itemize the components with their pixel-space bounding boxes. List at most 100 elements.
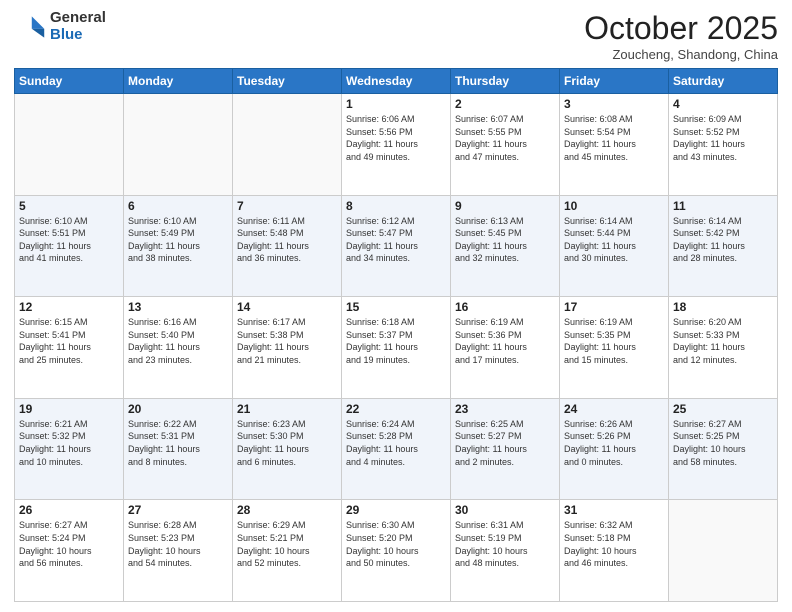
day-number: 31 [564,503,664,517]
day-number: 30 [455,503,555,517]
calendar-cell: 23 Sunrise: 6:25 AM Sunset: 5:27 PM Dayli… [451,398,560,500]
day-info: Sunrise: 6:11 AM Sunset: 5:48 PM Dayligh… [237,215,337,265]
calendar-cell: 7Sunrise: 6:11 AM Sunset: 5:48 PM Daylig… [233,195,342,297]
calendar-cell: 20 Sunrise: 6:22 AM Sunset: 5:31 PM Dayli… [124,398,233,500]
calendar-cell: 26 Sunrise: 6:27 AM Sunset: 5:24 PM Dayli… [15,500,124,602]
day-info: Sunrise: 6:07 AM Sunset: 5:55 PM Dayligh… [455,113,555,163]
day-info: Sunrise: 6:14 AM Sunset: 5:44 PM Dayligh… [564,215,664,265]
day-number: 17 [564,300,664,314]
weekday-header: Wednesday [342,69,451,94]
day-number: 24 [564,402,664,416]
weekday-header: Saturday [669,69,778,94]
calendar-cell [233,94,342,196]
day-info: Sunrise: 6:22 AM Sunset: 5:31 PM Dayligh… [128,418,228,468]
day-info: Sunrise: 6:13 AM Sunset: 5:45 PM Dayligh… [455,215,555,265]
day-info: Sunrise: 6:10 AM Sunset: 5:51 PM Dayligh… [19,215,119,265]
week-row: 5Sunrise: 6:10 AM Sunset: 5:51 PM Daylig… [15,195,778,297]
weekday-header-row: SundayMondayTuesdayWednesdayThursdayFrid… [15,69,778,94]
day-info: Sunrise: 6:30 AM Sunset: 5:20 PM Dayligh… [346,519,446,569]
day-info: Sunrise: 6:10 AM Sunset: 5:49 PM Dayligh… [128,215,228,265]
day-info: Sunrise: 6:08 AM Sunset: 5:54 PM Dayligh… [564,113,664,163]
calendar-cell: 14 Sunrise: 6:17 AM Sunset: 5:38 PM Dayli… [233,297,342,399]
calendar-cell: 10 Sunrise: 6:14 AM Sunset: 5:44 PM Dayli… [560,195,669,297]
weekday-header: Monday [124,69,233,94]
weekday-header: Thursday [451,69,560,94]
calendar-cell: 25Sunrise: 6:27 AM Sunset: 5:25 PM Dayli… [669,398,778,500]
calendar-cell: 28Sunrise: 6:29 AM Sunset: 5:21 PM Dayli… [233,500,342,602]
day-info: Sunrise: 6:19 AM Sunset: 5:36 PM Dayligh… [455,316,555,366]
month-title: October 2025 [584,10,778,47]
day-number: 19 [19,402,119,416]
day-info: Sunrise: 6:29 AM Sunset: 5:21 PM Dayligh… [237,519,337,569]
day-info: Sunrise: 6:26 AM Sunset: 5:26 PM Dayligh… [564,418,664,468]
day-number: 1 [346,97,446,111]
day-number: 13 [128,300,228,314]
calendar-cell: 17 Sunrise: 6:19 AM Sunset: 5:35 PM Dayli… [560,297,669,399]
calendar-cell: 12 Sunrise: 6:15 AM Sunset: 5:41 PM Dayli… [15,297,124,399]
day-number: 23 [455,402,555,416]
calendar-cell [15,94,124,196]
day-number: 10 [564,199,664,213]
day-info: Sunrise: 6:28 AM Sunset: 5:23 PM Dayligh… [128,519,228,569]
day-number: 29 [346,503,446,517]
day-number: 26 [19,503,119,517]
day-info: Sunrise: 6:14 AM Sunset: 5:42 PM Dayligh… [673,215,773,265]
week-row: 1 Sunrise: 6:06 AM Sunset: 5:56 PM Daylig… [15,94,778,196]
day-number: 21 [237,402,337,416]
week-row: 12 Sunrise: 6:15 AM Sunset: 5:41 PM Dayli… [15,297,778,399]
day-number: 3 [564,97,664,111]
logo: General Blue [14,10,106,43]
page: General Blue October 2025 Zoucheng, Shan… [0,0,792,612]
calendar-cell: 19 Sunrise: 6:21 AM Sunset: 5:32 PM Dayli… [15,398,124,500]
logo-blue: Blue [50,27,106,44]
day-info: Sunrise: 6:32 AM Sunset: 5:18 PM Dayligh… [564,519,664,569]
day-info: Sunrise: 6:23 AM Sunset: 5:30 PM Dayligh… [237,418,337,468]
day-number: 11 [673,199,773,213]
day-info: Sunrise: 6:09 AM Sunset: 5:52 PM Dayligh… [673,113,773,163]
calendar-cell: 29 Sunrise: 6:30 AM Sunset: 5:20 PM Dayli… [342,500,451,602]
calendar-cell: 18 Sunrise: 6:20 AM Sunset: 5:33 PM Dayli… [669,297,778,399]
day-info: Sunrise: 6:12 AM Sunset: 5:47 PM Dayligh… [346,215,446,265]
day-number: 2 [455,97,555,111]
calendar-cell: 22 Sunrise: 6:24 AM Sunset: 5:28 PM Dayli… [342,398,451,500]
weekday-header: Friday [560,69,669,94]
calendar-cell: 4 Sunrise: 6:09 AM Sunset: 5:52 PM Daylig… [669,94,778,196]
day-number: 14 [237,300,337,314]
location: Zoucheng, Shandong, China [584,47,778,62]
day-number: 12 [19,300,119,314]
week-row: 19 Sunrise: 6:21 AM Sunset: 5:32 PM Dayli… [15,398,778,500]
weekday-header: Tuesday [233,69,342,94]
calendar-cell: 5Sunrise: 6:10 AM Sunset: 5:51 PM Daylig… [15,195,124,297]
header: General Blue October 2025 Zoucheng, Shan… [14,10,778,62]
day-info: Sunrise: 6:06 AM Sunset: 5:56 PM Dayligh… [346,113,446,163]
calendar-cell: 9 Sunrise: 6:13 AM Sunset: 5:45 PM Daylig… [451,195,560,297]
day-info: Sunrise: 6:21 AM Sunset: 5:32 PM Dayligh… [19,418,119,468]
day-info: Sunrise: 6:27 AM Sunset: 5:24 PM Dayligh… [19,519,119,569]
day-number: 18 [673,300,773,314]
day-info: Sunrise: 6:20 AM Sunset: 5:33 PM Dayligh… [673,316,773,366]
calendar-cell: 30Sunrise: 6:31 AM Sunset: 5:19 PM Dayli… [451,500,560,602]
calendar-cell: 21 Sunrise: 6:23 AM Sunset: 5:30 PM Dayli… [233,398,342,500]
day-number: 20 [128,402,228,416]
day-info: Sunrise: 6:15 AM Sunset: 5:41 PM Dayligh… [19,316,119,366]
calendar-cell: 16Sunrise: 6:19 AM Sunset: 5:36 PM Dayli… [451,297,560,399]
day-number: 6 [128,199,228,213]
calendar-cell: 24 Sunrise: 6:26 AM Sunset: 5:26 PM Dayli… [560,398,669,500]
day-number: 4 [673,97,773,111]
calendar-cell: 2 Sunrise: 6:07 AM Sunset: 5:55 PM Daylig… [451,94,560,196]
day-info: Sunrise: 6:17 AM Sunset: 5:38 PM Dayligh… [237,316,337,366]
calendar-cell: 15Sunrise: 6:18 AM Sunset: 5:37 PM Dayli… [342,297,451,399]
logo-general: General [50,10,106,27]
day-info: Sunrise: 6:19 AM Sunset: 5:35 PM Dayligh… [564,316,664,366]
day-info: Sunrise: 6:25 AM Sunset: 5:27 PM Dayligh… [455,418,555,468]
day-number: 25 [673,402,773,416]
day-number: 9 [455,199,555,213]
day-number: 22 [346,402,446,416]
calendar-cell: 3 Sunrise: 6:08 AM Sunset: 5:54 PM Daylig… [560,94,669,196]
day-info: Sunrise: 6:24 AM Sunset: 5:28 PM Dayligh… [346,418,446,468]
calendar-cell: 31 Sunrise: 6:32 AM Sunset: 5:18 PM Dayli… [560,500,669,602]
calendar-cell: 1 Sunrise: 6:06 AM Sunset: 5:56 PM Daylig… [342,94,451,196]
day-info: Sunrise: 6:18 AM Sunset: 5:37 PM Dayligh… [346,316,446,366]
calendar-cell: 13Sunrise: 6:16 AM Sunset: 5:40 PM Dayli… [124,297,233,399]
calendar-cell: 11 Sunrise: 6:14 AM Sunset: 5:42 PM Dayli… [669,195,778,297]
